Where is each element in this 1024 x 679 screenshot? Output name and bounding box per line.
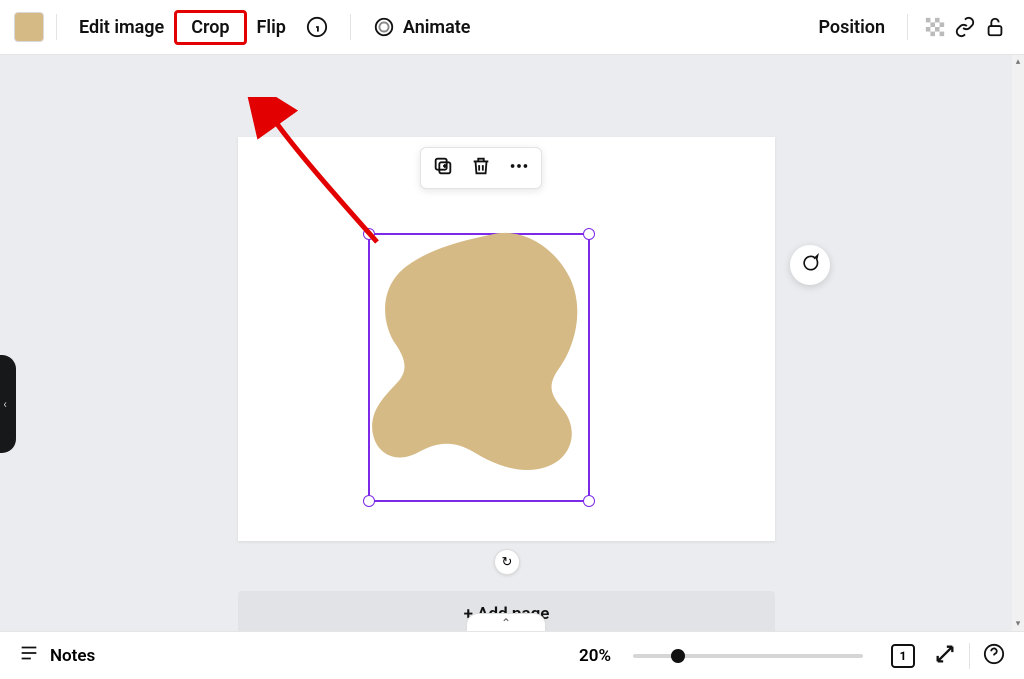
help-button[interactable] [982,644,1006,668]
flip-button[interactable]: Flip [247,11,296,44]
comment-button[interactable] [790,245,830,285]
separator [969,643,970,669]
position-label: Position [818,17,885,38]
canvas-area: ‹ [0,55,1012,631]
animate-label: Animate [403,17,471,38]
edit-image-button[interactable]: Edit image [69,11,174,44]
flip-label: Flip [257,17,286,38]
vertical-scrollbar[interactable] [1012,55,1024,631]
lock-button[interactable] [980,10,1010,44]
duplicate-button[interactable] [431,156,455,180]
help-icon [983,643,1005,669]
notes-label: Notes [50,646,95,666]
link-button[interactable] [950,10,980,44]
chevron-up-icon: ⌃ [501,616,511,630]
separator [350,14,351,40]
transparency-button[interactable] [920,10,950,44]
notes-icon [18,642,40,669]
fullscreen-icon [934,643,956,669]
resize-handle-br[interactable] [583,495,595,507]
page-tray-toggle[interactable]: ⌃ [466,613,546,631]
sync-icon: ↻ [502,555,513,570]
transparency-icon [924,16,946,38]
notes-button[interactable]: Notes [18,642,95,669]
more-button[interactable] [507,156,531,180]
fullscreen-button[interactable] [933,644,957,668]
more-icon [508,155,530,181]
unlock-icon [984,16,1006,38]
duplicate-icon [432,155,454,181]
page-count-button[interactable]: 1 [891,644,915,668]
separator [907,14,908,40]
crop-button[interactable]: Crop [174,10,246,45]
zoom-slider[interactable] [633,654,863,658]
bottom-bar: Notes 20% 1 [0,631,1024,679]
color-swatch[interactable] [14,12,44,42]
comment-icon [800,253,820,277]
context-toolbar [420,147,542,189]
link-icon [954,16,976,38]
separator [56,14,57,40]
page-count-label: 1 [900,649,907,663]
resize-handle-tl[interactable] [363,228,375,240]
animate-icon [373,16,395,38]
delete-button[interactable] [469,156,493,180]
crop-label: Crop [191,17,229,38]
trash-icon [470,155,492,181]
animate-button[interactable]: Animate [363,10,481,44]
top-toolbar: Edit image Crop Flip Animate Position [0,0,1024,55]
side-panel-tab[interactable]: ‹ [0,355,16,453]
resize-handle-tr[interactable] [583,228,595,240]
selection-frame[interactable] [368,233,590,502]
selected-blob-shape[interactable] [366,225,598,475]
info-button[interactable] [296,10,338,44]
canvas-page[interactable] [238,137,775,541]
zoom-level-label: 20% [579,646,611,666]
resize-handle-bl[interactable] [363,495,375,507]
position-button[interactable]: Position [808,11,895,44]
rotate-sync-button[interactable]: ↻ [494,549,520,575]
info-icon [306,16,328,38]
zoom-thumb[interactable] [671,649,685,663]
edit-image-label: Edit image [79,17,164,38]
